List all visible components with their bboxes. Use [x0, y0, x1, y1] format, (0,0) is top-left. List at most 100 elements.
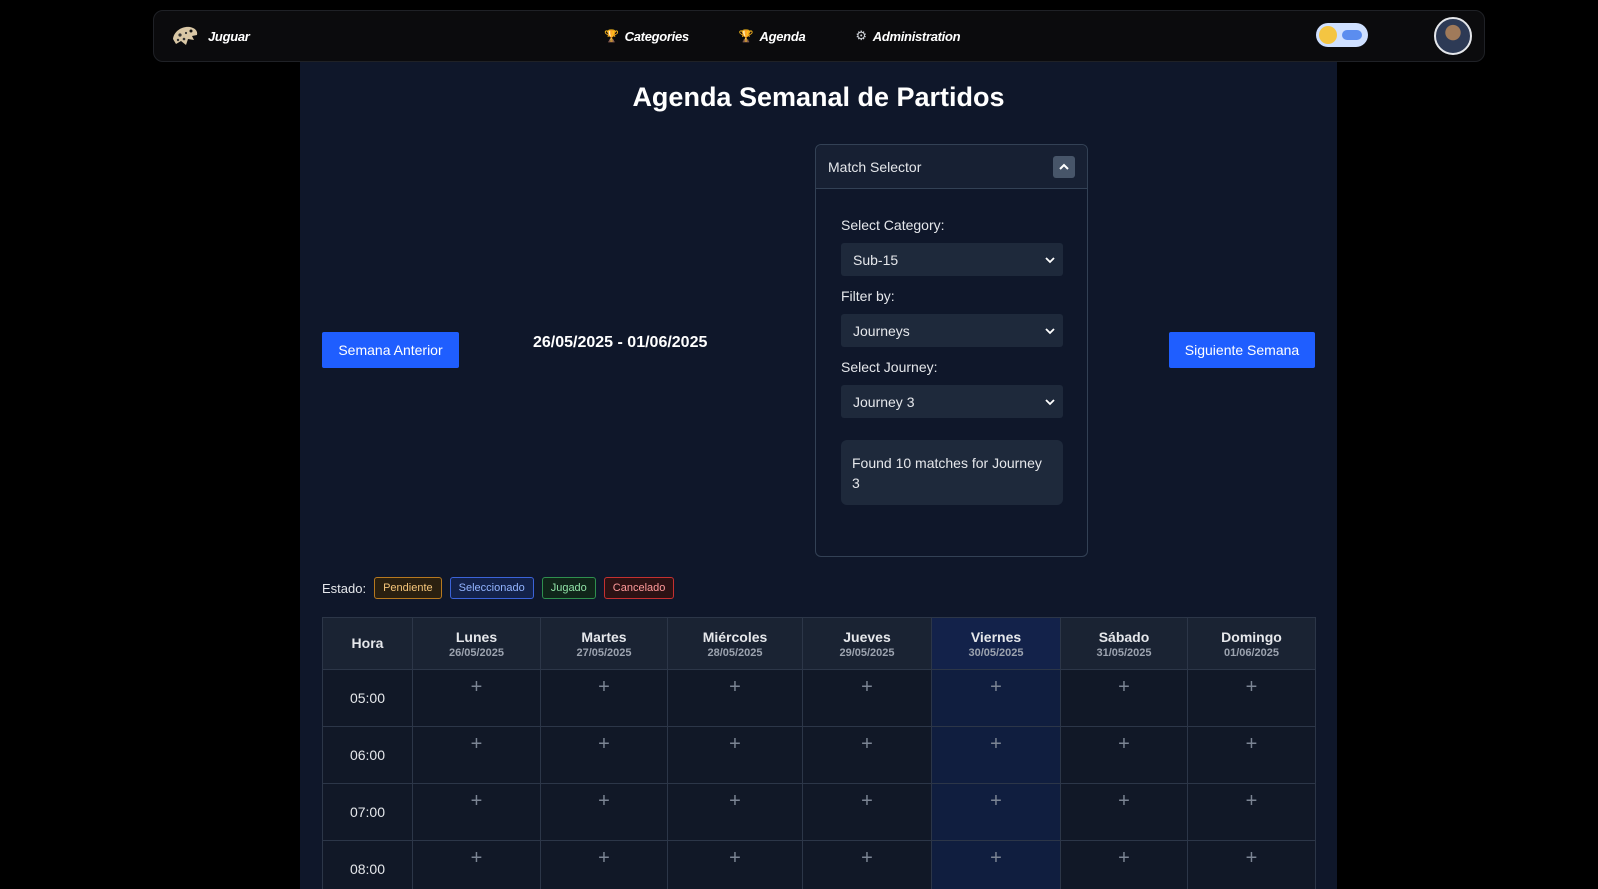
- add-match-icon[interactable]: +: [1246, 848, 1258, 868]
- calendar-slot[interactable]: +: [540, 669, 668, 727]
- match-selector-body: Select Category: Sub-15 Filter by: Journ…: [816, 189, 1087, 521]
- add-match-icon[interactable]: +: [861, 734, 873, 754]
- previous-week-button[interactable]: Semana Anterior: [322, 332, 459, 368]
- calendar-slot[interactable]: +: [931, 669, 1061, 727]
- collapse-button[interactable]: [1053, 155, 1075, 178]
- calendar-slot[interactable]: +: [667, 726, 803, 784]
- calendar-slot[interactable]: +: [412, 840, 541, 889]
- journey-select[interactable]: Journey 3: [841, 385, 1063, 418]
- add-match-icon[interactable]: +: [861, 848, 873, 868]
- nav-link-agenda[interactable]: 🏆 Agenda: [739, 28, 806, 44]
- calendar-slot[interactable]: +: [802, 669, 932, 727]
- add-match-icon[interactable]: +: [990, 677, 1002, 697]
- add-match-icon[interactable]: +: [990, 848, 1002, 868]
- status-badge-selected: Seleccionado: [449, 577, 534, 599]
- calendar-slot[interactable]: +: [1060, 726, 1188, 784]
- matches-found-message: Found 10 matches for Journey 3: [841, 440, 1063, 505]
- day-header-monday: Lunes 26/05/2025: [412, 617, 541, 670]
- calendar-row: 07:00 + + + + + + +: [322, 783, 1316, 841]
- calendar-slot[interactable]: +: [931, 783, 1061, 841]
- hour-label: 06:00: [322, 726, 413, 784]
- calendar-slot[interactable]: +: [667, 840, 803, 889]
- add-match-icon[interactable]: +: [1118, 791, 1130, 811]
- chevron-down-icon: [1045, 398, 1055, 405]
- chevron-down-icon: [1045, 327, 1055, 334]
- week-range: 26/05/2025 - 01/06/2025: [533, 334, 708, 351]
- legend-label: Estado:: [322, 580, 367, 596]
- sun-icon: [1319, 26, 1337, 44]
- add-match-icon[interactable]: +: [729, 848, 741, 868]
- theme-toggle[interactable]: [1316, 23, 1368, 47]
- calendar-slot[interactable]: +: [1187, 726, 1316, 784]
- calendar-header-row: Hora Lunes 26/05/2025 Martes 27/05/2025 Mi…: [322, 617, 1316, 670]
- calendar-slot[interactable]: +: [802, 840, 932, 889]
- calendar-row: 08:00 + + + + + + +: [322, 840, 1316, 889]
- calendar-slot[interactable]: +: [1187, 669, 1316, 727]
- calendar-slot[interactable]: +: [931, 840, 1061, 889]
- match-selector: Match Selector Select Category: Sub-15 F…: [815, 144, 1088, 557]
- brand-name: Juguar: [208, 28, 250, 44]
- calendar-slot[interactable]: +: [667, 783, 803, 841]
- chevron-down-icon: [1045, 256, 1055, 263]
- next-week-button[interactable]: Siguiente Semana: [1169, 332, 1315, 368]
- add-match-icon[interactable]: +: [598, 677, 610, 697]
- add-match-icon[interactable]: +: [729, 677, 741, 697]
- weekly-calendar: Hora Lunes 26/05/2025 Martes 27/05/2025 Mi…: [322, 617, 1316, 889]
- hour-label: 05:00: [322, 669, 413, 727]
- add-match-icon[interactable]: +: [598, 848, 610, 868]
- calendar-slot[interactable]: +: [667, 669, 803, 727]
- match-selector-header: Match Selector: [816, 145, 1087, 189]
- add-match-icon[interactable]: +: [861, 791, 873, 811]
- chevron-up-icon: [1059, 163, 1069, 170]
- calendar-slot[interactable]: +: [412, 669, 541, 727]
- add-match-icon[interactable]: +: [1118, 734, 1130, 754]
- add-match-icon[interactable]: +: [471, 848, 483, 868]
- day-header-friday: Viernes 30/05/2025: [931, 617, 1061, 670]
- calendar-slot[interactable]: +: [1187, 783, 1316, 841]
- calendar-slot[interactable]: +: [540, 783, 668, 841]
- user-avatar[interactable]: [1434, 17, 1472, 55]
- brand[interactable]: Juguar: [170, 21, 250, 51]
- status-badge-played: Jugado: [541, 577, 596, 599]
- category-select[interactable]: Sub-15: [841, 243, 1063, 276]
- calendar-slot[interactable]: +: [540, 726, 668, 784]
- add-match-icon[interactable]: +: [1118, 848, 1130, 868]
- calendar-slot[interactable]: +: [412, 726, 541, 784]
- calendar-slot[interactable]: +: [1060, 783, 1188, 841]
- add-match-icon[interactable]: +: [990, 734, 1002, 754]
- journey-label: Select Journey:: [841, 359, 938, 375]
- calendar-slot[interactable]: +: [1060, 840, 1188, 889]
- calendar-slot[interactable]: +: [1187, 840, 1316, 889]
- nav-link-categories[interactable]: 🏆 Categories: [604, 28, 689, 44]
- add-match-icon[interactable]: +: [990, 791, 1002, 811]
- day-header-tuesday: Martes 27/05/2025: [540, 617, 668, 670]
- calendar-row: 05:00 + + + + + + +: [322, 669, 1316, 727]
- trophy-icon: 🏆: [738, 29, 754, 43]
- add-match-icon[interactable]: +: [1246, 677, 1258, 697]
- calendar-slot[interactable]: +: [412, 783, 541, 841]
- add-match-icon[interactable]: +: [1246, 791, 1258, 811]
- add-match-icon[interactable]: +: [729, 791, 741, 811]
- day-header-wednesday: Miércoles 28/05/2025: [667, 617, 803, 670]
- add-match-icon[interactable]: +: [598, 734, 610, 754]
- status-badge-pending: Pendiente: [374, 577, 442, 599]
- filter-select[interactable]: Journeys: [841, 314, 1063, 347]
- add-match-icon[interactable]: +: [1118, 677, 1130, 697]
- cloud-icon: [1342, 30, 1362, 40]
- day-header-thursday: Jueves 29/05/2025: [802, 617, 932, 670]
- add-match-icon[interactable]: +: [471, 791, 483, 811]
- filter-label: Filter by:: [841, 288, 895, 304]
- calendar-slot[interactable]: +: [802, 726, 932, 784]
- calendar-slot[interactable]: +: [540, 840, 668, 889]
- add-match-icon[interactable]: +: [598, 791, 610, 811]
- calendar-slot[interactable]: +: [1060, 669, 1188, 727]
- add-match-icon[interactable]: +: [861, 677, 873, 697]
- add-match-icon[interactable]: +: [729, 734, 741, 754]
- add-match-icon[interactable]: +: [471, 677, 483, 697]
- add-match-icon[interactable]: +: [1246, 734, 1258, 754]
- calendar-slot[interactable]: +: [931, 726, 1061, 784]
- nav-link-administration[interactable]: ⚙ Administration: [855, 28, 960, 44]
- status-legend: Estado: Pendiente Seleccionado Jugado Ca…: [322, 577, 675, 599]
- calendar-slot[interactable]: +: [802, 783, 932, 841]
- add-match-icon[interactable]: +: [471, 734, 483, 754]
